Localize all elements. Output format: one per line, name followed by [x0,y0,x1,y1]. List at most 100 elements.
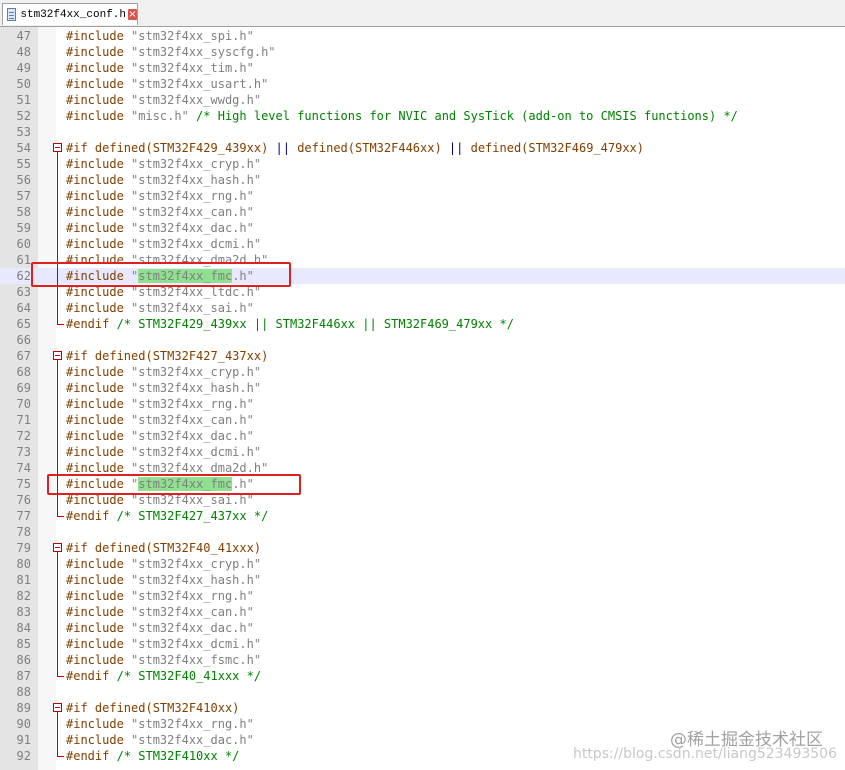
code-line[interactable]: 56 #include "stm32f4xx_hash.h" [0,172,845,188]
code-line[interactable]: 57 #include "stm32f4xx_rng.h" [0,188,845,204]
code-token: "stm32f4xx_dac.h" [131,429,254,443]
line-number: 65 [16,317,31,331]
code-line[interactable]: 69 #include "stm32f4xx_hash.h" [0,380,845,396]
code-line[interactable]: 49 #include "stm32f4xx_tim.h" [0,60,845,76]
code-token: "stm32f4xx_can.h" [131,205,254,219]
line-number: 58 [16,205,31,219]
code-token: "stm32f4xx_cryp.h" [131,557,262,571]
code-text: #include "stm32f4xx_rng.h" [66,588,254,604]
fold-range-line [57,152,58,324]
code-line[interactable]: 50 #include "stm32f4xx_usart.h" [0,76,845,92]
code-line[interactable]: 89 #if defined(STM32F410xx) [0,700,845,716]
code-text: #include "stm32f4xx_rng.h" [66,396,254,412]
code-line[interactable]: 86 #include "stm32f4xx_fsmc.h" [0,652,845,668]
code-line[interactable]: 84 #include "stm32f4xx_dac.h" [0,620,845,636]
header-file-icon [7,8,17,21]
code-token: #endif [66,509,117,523]
code-token: "stm32f4xx_dcmi.h" [131,637,262,651]
code-text: #include "stm32f4xx_cryp.h" [66,156,261,172]
annotation-box-line-62 [31,262,291,287]
line-number: 59 [16,221,31,235]
code-line[interactable]: 67 #if defined(STM32F427_437xx) [0,348,845,364]
line-number: 48 [16,45,31,59]
code-token: #include [66,285,132,299]
line-number: 72 [16,429,31,443]
code-text: #include "stm32f4xx_sai.h" [66,300,254,316]
close-icon[interactable]: × [128,9,137,20]
code-line[interactable]: 71 #include "stm32f4xx_can.h" [0,412,845,428]
code-line[interactable]: 79 #if defined(STM32F40_41xxx) [0,540,845,556]
code-line[interactable]: 58 #include "stm32f4xx_can.h" [0,204,845,220]
code-line[interactable]: 51 #include "stm32f4xx_wwdg.h" [0,92,845,108]
code-line[interactable]: 87 #endif /* STM32F40_41xxx */ [0,668,845,684]
code-line[interactable]: 68 #include "stm32f4xx_cryp.h" [0,364,845,380]
fold-collapse-icon[interactable] [53,143,62,152]
code-line[interactable]: 73 #include "stm32f4xx_dcmi.h" [0,444,845,460]
line-number: 71 [16,413,31,427]
code-editor[interactable]: 47 #include "stm32f4xx_spi.h" 48 #include "… [0,27,845,770]
code-line[interactable]: 53 [0,124,845,140]
code-line[interactable]: 59 #include "stm32f4xx_dac.h" [0,220,845,236]
code-token: /* STM32F40_41xxx */ [116,669,262,683]
code-text: #include "stm32f4xx_dac.h" [66,732,254,748]
code-text: #include "stm32f4xx_rng.h" [66,188,254,204]
line-number: 62 [16,269,31,283]
line-number: 87 [16,669,31,683]
code-line[interactable]: 47 #include "stm32f4xx_spi.h" [0,28,845,44]
code-token: #include [66,445,132,459]
code-line[interactable]: 72 #include "stm32f4xx_dac.h" [0,428,845,444]
code-text: #include "stm32f4xx_can.h" [66,604,254,620]
fold-range-line [57,712,58,756]
code-line[interactable]: 83 #include "stm32f4xx_can.h" [0,604,845,620]
code-token: #if defined(STM32F429_439xx) [66,141,276,155]
code-line[interactable]: 88 [0,684,845,700]
code-line[interactable]: 81 #include "stm32f4xx_hash.h" [0,572,845,588]
code-line[interactable]: 66 [0,332,845,348]
code-line[interactable]: 54 #if defined(STM32F429_439xx) || define… [0,140,845,156]
code-line[interactable]: 80 #include "stm32f4xx_cryp.h" [0,556,845,572]
code-token: #include [66,637,132,651]
code-line[interactable]: 48 #include "stm32f4xx_syscfg.h" [0,44,845,60]
code-text: #include "stm32f4xx_can.h" [66,412,254,428]
line-number: 86 [16,653,31,667]
code-line[interactable]: 82 #include "stm32f4xx_rng.h" [0,588,845,604]
line-number: 49 [16,61,31,75]
line-number: 69 [16,381,31,395]
code-text: #include "stm32f4xx_dcmi.h" [66,444,261,460]
code-line[interactable]: 77 #endif /* STM32F427_437xx */ [0,508,845,524]
code-token: "stm32f4xx_sai.h" [131,493,254,507]
fold-collapse-icon[interactable] [53,543,62,552]
line-number: 73 [16,445,31,459]
code-line[interactable]: 55 #include "stm32f4xx_cryp.h" [0,156,845,172]
code-line[interactable]: 70 #include "stm32f4xx_rng.h" [0,396,845,412]
code-token: #endif [66,749,117,763]
code-token: "stm32f4xx_can.h" [131,605,254,619]
code-token: "stm32f4xx_dcmi.h" [131,237,262,251]
code-token: #if defined(STM32F410xx) [66,701,240,715]
line-number: 55 [16,157,31,171]
tab-stm32f4xx-conf-h[interactable]: stm32f4xx_conf.h × [2,3,138,25]
code-line[interactable]: 52 #include "misc.h" /* High level functi… [0,108,845,124]
code-token: #include [66,189,132,203]
code-line[interactable]: 60 #include "stm32f4xx_dcmi.h" [0,236,845,252]
code-token: /* STM32F429_439xx || STM32F446xx || STM… [116,317,514,331]
line-number: 82 [16,589,31,603]
code-token: #include [66,29,132,43]
fold-collapse-icon[interactable] [53,703,62,712]
line-number: 79 [16,541,31,555]
code-text: #endif /* STM32F429_439xx || STM32F446xx… [66,316,514,332]
line-number: 47 [16,29,31,43]
code-token: "stm32f4xx_syscfg.h" [131,45,276,59]
line-number: 81 [16,573,31,587]
code-line[interactable]: 85 #include "stm32f4xx_dcmi.h" [0,636,845,652]
line-number: 57 [16,189,31,203]
code-text: #include "stm32f4xx_hash.h" [66,172,261,188]
code-token: defined(STM32F469_479xx) [463,141,644,155]
fold-collapse-icon[interactable] [53,351,62,360]
code-line[interactable]: 64 #include "stm32f4xx_sai.h" [0,300,845,316]
code-line[interactable]: 65 #endif /* STM32F429_439xx || STM32F446… [0,316,845,332]
line-number: 67 [16,349,31,363]
code-line[interactable]: 78 [0,524,845,540]
code-token: "stm32f4xx_rng.h" [131,397,254,411]
code-token: "stm32f4xx_hash.h" [131,173,262,187]
